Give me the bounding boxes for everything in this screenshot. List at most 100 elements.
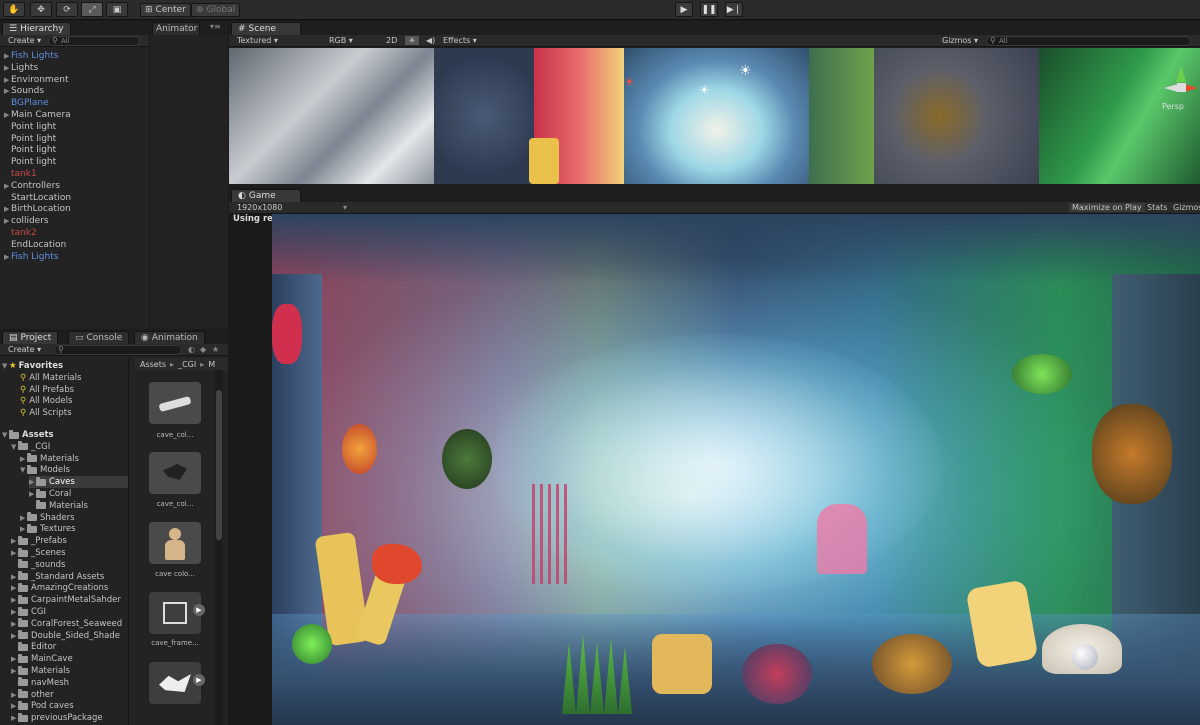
hierarchy-item[interactable]: Point light: [0, 156, 56, 168]
aspect-dropdown[interactable]: 1920x1080: [237, 203, 282, 212]
hierarchy-item[interactable]: ▶ colliders: [0, 215, 49, 227]
scene-search-input[interactable]: All: [986, 36, 1191, 46]
expand-arrow-icon[interactable]: ▶: [20, 455, 27, 463]
aspect-chevron-icon[interactable]: ▾: [343, 203, 347, 212]
rect-tool-button[interactable]: ▣: [106, 2, 128, 17]
asset-tile[interactable]: [149, 452, 201, 494]
move-tool-button[interactable]: ✥: [30, 2, 52, 17]
folder-item[interactable]: ▶ MainCave: [11, 653, 73, 665]
folder-item[interactable]: ▼ Assets: [2, 429, 54, 441]
game-viewport[interactable]: [272, 214, 1200, 725]
hierarchy-item[interactable]: Point light: [0, 144, 56, 156]
gizmo-z-axis[interactable]: [1184, 84, 1198, 92]
hierarchy-item[interactable]: ▶ Main Camera: [0, 109, 71, 121]
folder-item[interactable]: ▶ previousPackage: [11, 712, 103, 724]
favorite-item[interactable]: ⚲ All Models: [20, 395, 72, 407]
folder-item[interactable]: ▶ CGI: [11, 606, 46, 618]
maximize-on-play-toggle[interactable]: Maximize on Play: [1069, 203, 1145, 212]
hierarchy-search-input[interactable]: All: [48, 36, 140, 46]
expand-arrow-icon[interactable]: ▶: [20, 514, 27, 522]
asset-tile[interactable]: [149, 522, 201, 564]
expand-arrow-icon[interactable]: ▶: [11, 620, 18, 628]
folder-item[interactable]: ▶ _Scenes: [11, 547, 66, 559]
tab-project[interactable]: ▤ Project: [2, 331, 59, 344]
tab-hierarchy[interactable]: ☰ Hierarchy: [2, 22, 71, 35]
breadcrumb-cgi[interactable]: _CGI: [178, 360, 196, 369]
hierarchy-item[interactable]: Point light: [0, 121, 56, 133]
folder-item[interactable]: ▶ CarpaintMetalSahder: [11, 594, 121, 606]
expand-arrow-icon[interactable]: ▶: [4, 253, 11, 261]
folder-item[interactable]: ▶ Materials: [20, 453, 79, 465]
lighting-toggle[interactable]: ☀: [405, 36, 419, 45]
scene-gizmos-dropdown[interactable]: Gizmos ▾: [942, 36, 978, 45]
expand-arrow-icon[interactable]: ▼: [20, 466, 27, 474]
mode-2d-toggle[interactable]: 2D: [386, 36, 397, 45]
shading-mode-dropdown[interactable]: Textured ▾: [237, 36, 278, 45]
tab-animator[interactable]: Animator: [152, 22, 200, 35]
hierarchy-item[interactable]: ▶ Fish Lights: [0, 50, 58, 62]
tab-console[interactable]: ▭ Console: [68, 331, 130, 344]
project-create-button[interactable]: Create ▾: [8, 345, 41, 354]
folder-item[interactable]: ▶ other: [11, 689, 54, 701]
stats-toggle[interactable]: Stats: [1147, 203, 1167, 212]
folder-item[interactable]: ▶ Pod caves: [11, 700, 74, 712]
hierarchy-create-button[interactable]: Create ▾: [8, 36, 41, 45]
expand-arrow-icon[interactable]: ▶: [11, 573, 18, 581]
collapse-arrow-icon[interactable]: ▼: [2, 362, 9, 370]
project-search-input[interactable]: [54, 345, 182, 355]
effects-dropdown[interactable]: Effects ▾: [443, 36, 477, 45]
audio-toggle[interactable]: ◀): [426, 36, 435, 45]
folder-item[interactable]: ▶ Textures: [20, 523, 76, 535]
play-button[interactable]: ▶: [675, 2, 693, 17]
hierarchy-item[interactable]: BGPlane: [0, 97, 49, 109]
expand-arrow-icon[interactable]: ▶: [4, 76, 11, 84]
search-by-type-icon[interactable]: ◐: [188, 345, 195, 354]
breadcrumb-assets[interactable]: Assets: [140, 360, 166, 369]
scene-viewport[interactable]: ☀ ☀ ☀ Persp: [229, 48, 1200, 184]
favorite-item[interactable]: ⚲ All Prefabs: [20, 384, 74, 396]
scale-tool-button[interactable]: ⤢: [81, 2, 103, 17]
tab-game[interactable]: ◐ Game: [231, 189, 301, 202]
expand-arrow-icon[interactable]: ▶: [11, 596, 18, 604]
hand-tool-button[interactable]: ✋: [3, 2, 25, 17]
expand-arrow-icon[interactable]: ▶: [20, 525, 27, 533]
folder-item[interactable]: ▶ Materials: [11, 665, 70, 677]
scrollbar-thumb[interactable]: [216, 390, 222, 540]
gizmo-center[interactable]: [1177, 83, 1186, 92]
space-toggle[interactable]: ⊕ Global: [191, 3, 241, 17]
hierarchy-item[interactable]: ▶ Controllers: [0, 180, 60, 192]
gizmo-y-axis[interactable]: [1176, 66, 1186, 82]
render-mode-dropdown[interactable]: RGB ▾: [329, 36, 353, 45]
expand-arrow-icon[interactable]: ▶: [11, 584, 18, 592]
folder-item[interactable]: ▶ _Prefabs: [11, 535, 67, 547]
expand-arrow-icon[interactable]: ▶: [11, 702, 18, 710]
folder-item[interactable]: _sounds: [11, 559, 65, 571]
expand-arrow-icon[interactable]: ▶: [29, 478, 36, 486]
expand-arrow-icon[interactable]: ▶: [11, 549, 18, 557]
folder-item[interactable]: ▶ AmazingCreations: [11, 582, 108, 594]
folder-item[interactable]: ▶ CoralForest_Seaweed: [11, 618, 122, 630]
step-button[interactable]: ▶❘: [725, 2, 743, 17]
pivot-toggle[interactable]: ⊞ Center: [140, 3, 191, 17]
hierarchy-item[interactable]: ▶ Lights: [0, 62, 38, 74]
expand-arrow-icon[interactable]: ▶: [11, 691, 18, 699]
expand-icon[interactable]: ▶: [193, 604, 205, 616]
folder-item[interactable]: ▶ Double_Sided_Shade: [11, 630, 120, 642]
expand-arrow-icon[interactable]: ▶: [4, 205, 11, 213]
folder-item[interactable]: ▶ Coral: [29, 488, 71, 500]
expand-icon[interactable]: ▶: [193, 674, 205, 686]
game-gizmos-toggle[interactable]: Gizmos: [1173, 203, 1200, 212]
folder-item[interactable]: ▶ Caves: [29, 476, 128, 489]
gizmo-x-axis[interactable]: [1164, 84, 1178, 92]
expand-arrow-icon[interactable]: ▶: [11, 608, 18, 616]
folder-item[interactable]: ▶ Shaders: [20, 512, 75, 524]
favorites-header[interactable]: ▼ ★ Favorites: [2, 360, 63, 372]
expand-arrow-icon[interactable]: ▶: [11, 667, 18, 675]
hierarchy-item[interactable]: tank1: [0, 168, 37, 180]
tab-scene[interactable]: # Scene: [231, 22, 301, 35]
panel-menu-icon[interactable]: ▾≡: [210, 22, 221, 31]
light-gizmo-icon[interactable]: ☀: [624, 75, 635, 89]
expand-arrow-icon[interactable]: ▶: [4, 87, 11, 95]
hierarchy-item[interactable]: Point light: [0, 133, 56, 145]
expand-arrow-icon[interactable]: ▶: [4, 182, 11, 190]
